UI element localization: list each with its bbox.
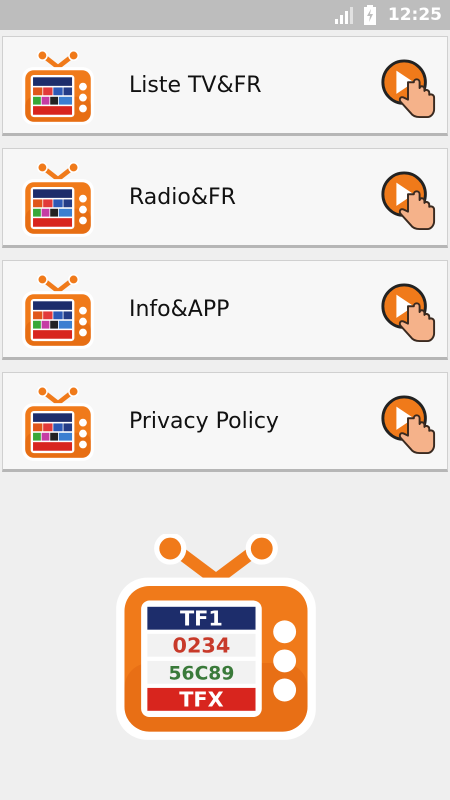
logo-row-tf1: TF1 [180,607,223,631]
menu-item-label: Liste TV&FR [129,73,262,98]
tv-icon [17,274,99,352]
menu-item-label: Info&APP [129,297,230,322]
tv-icon [17,50,99,128]
app-logo: TF1 0234 56C89 TFX [116,534,316,740]
menu-item-liste-tv[interactable]: Liste TV&FR [2,36,448,136]
status-bar: 12:25 [0,0,450,30]
menu-item-privacy-policy[interactable]: Privacy Policy [2,372,448,472]
tv-icon [17,162,99,240]
play-tap-icon[interactable] [379,169,437,233]
status-time: 12:25 [387,5,442,25]
menu-item-label: Privacy Policy [129,409,279,434]
play-tap-icon[interactable] [379,57,437,121]
menu-item-info[interactable]: Info&APP [2,260,448,360]
logo-row-channels: 56C89 [169,664,235,685]
logo-row-tfx: TFX [179,688,223,712]
battery-charging-icon [363,5,376,25]
menu-item-label: Radio&FR [129,185,236,210]
menu-item-radio[interactable]: Radio&FR [2,148,448,248]
tv-icon [17,386,99,464]
signal-icon [334,7,353,24]
status-icons: 12:25 [334,0,442,30]
menu-list: Liste TV&FR Radio&FR Info&APP Privacy Po… [0,36,450,484]
logo-row-numbers: 0234 [172,634,230,658]
play-tap-icon[interactable] [379,393,437,457]
play-tap-icon[interactable] [379,281,437,345]
